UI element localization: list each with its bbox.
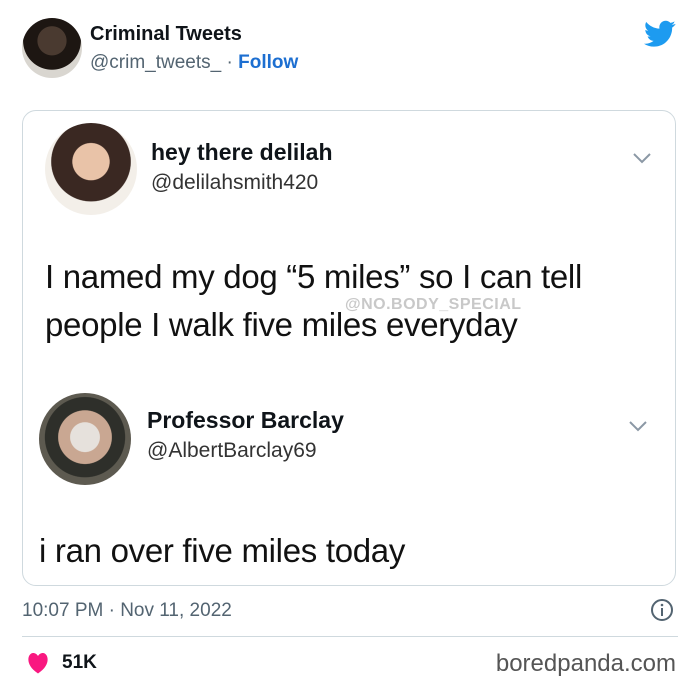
- info-icon[interactable]: [650, 598, 674, 622]
- chevron-down-icon: [633, 153, 651, 164]
- chevron-down-icon: [629, 421, 647, 432]
- watermark: @NO.BODY_SPECIAL: [345, 296, 522, 313]
- avatar: [45, 123, 137, 215]
- avatar: [39, 393, 131, 485]
- quoted-post-barclay: Professor Barclay @AlbertBarclay69 i ran…: [23, 379, 675, 585]
- post-author-name: hey there delilah: [151, 139, 333, 165]
- timestamp[interactable]: 10:07 PM · Nov 11, 2022: [22, 600, 232, 622]
- separator-dot: ·: [226, 52, 233, 73]
- post-author-name: Professor Barclay: [147, 407, 344, 433]
- post-text: i ran over five miles today: [39, 532, 406, 569]
- author-handle[interactable]: @crim_tweets_: [90, 52, 221, 73]
- author-avatar[interactable]: [22, 18, 82, 78]
- twitter-bird-icon[interactable]: [644, 20, 676, 48]
- tweet-actions: 51K boredpanda.com: [22, 646, 678, 682]
- quoted-post-delilah: hey there delilah @delilahsmith420 I nam…: [23, 111, 675, 361]
- divider: [22, 636, 678, 637]
- author-subline: @crim_tweets_ · Follow: [90, 52, 298, 74]
- like-count[interactable]: 51K: [62, 652, 97, 674]
- source-credit: boredpanda.com: [495, 650, 676, 677]
- tweet-meta: 10:07 PM · Nov 11, 2022: [22, 596, 678, 626]
- author-name[interactable]: Criminal Tweets: [90, 23, 242, 46]
- follow-button[interactable]: Follow: [238, 52, 298, 73]
- heart-icon[interactable]: [26, 652, 50, 674]
- quoted-image-card[interactable]: hey there delilah @delilahsmith420 I nam…: [22, 110, 676, 586]
- post-author-handle: @delilahsmith420: [151, 171, 319, 194]
- post-author-handle: @AlbertBarclay69: [147, 439, 317, 462]
- tweet-header: Criminal Tweets @crim_tweets_ · Follow: [22, 16, 678, 80]
